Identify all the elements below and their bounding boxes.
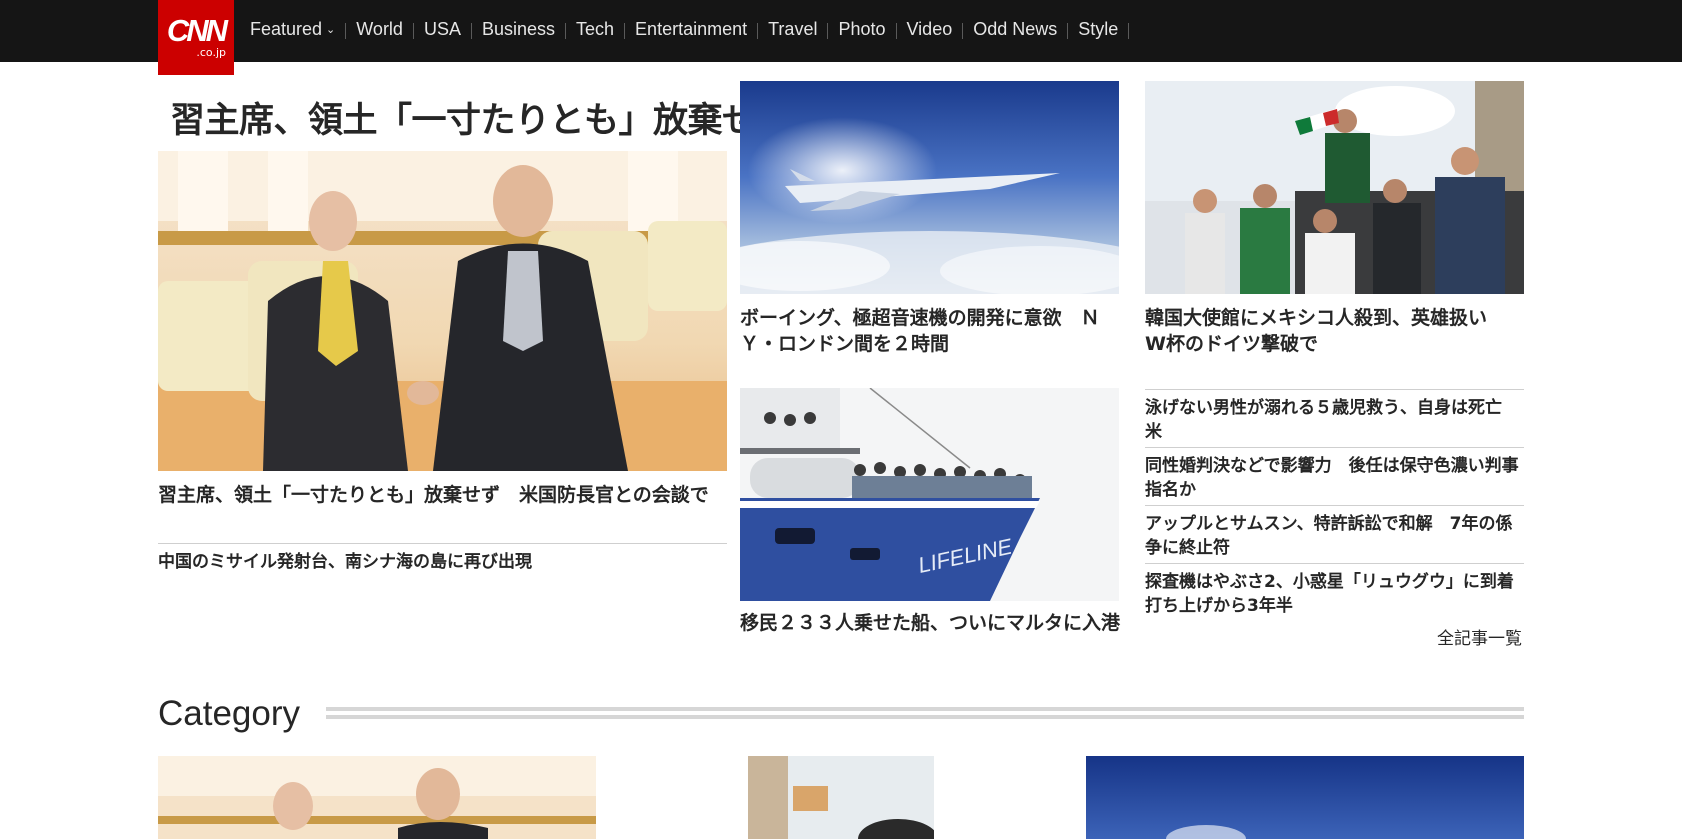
divider xyxy=(1145,389,1524,390)
cnn-logo[interactable]: CNN .co.jp xyxy=(158,0,234,75)
category-photo-1-image xyxy=(158,756,596,839)
korea-story-title[interactable]: 韓国大使館にメキシコ人殺到、英雄扱い W杯のドイツ撃破で xyxy=(1145,305,1525,357)
boeing-photo[interactable] xyxy=(740,81,1119,294)
lead-photo[interactable] xyxy=(158,151,727,471)
category-photo-3-image xyxy=(1086,756,1524,839)
logo-text: CNN xyxy=(166,13,228,48)
lead-photo-image xyxy=(158,151,727,471)
main-nav: Featured ⌄ World USA Business Tech Entert… xyxy=(240,0,1130,58)
list-item[interactable]: 探査機はやぶさ2、小惑星「リュウグウ」に到着 打ち上げから3年半 xyxy=(1145,570,1531,618)
divider xyxy=(1145,563,1524,564)
category-photo-3[interactable] xyxy=(1086,756,1524,839)
migrants-photo-image: LIFELINE xyxy=(740,388,1119,601)
category-photo-2-image xyxy=(748,756,934,839)
nav-item-travel[interactable]: Travel xyxy=(758,19,829,40)
category-photo-2[interactable] xyxy=(748,756,934,839)
list-item[interactable]: アップルとサムスン、特許訴訟で和解 7年の係争に終止符 xyxy=(1145,512,1525,560)
divider xyxy=(1145,505,1524,506)
korea-photo[interactable] xyxy=(1145,81,1524,294)
category-photo-1[interactable] xyxy=(158,756,596,839)
lead-story-title[interactable]: 習主席、領土「一寸たりとも」放棄せず 米国防長官との会談で xyxy=(158,482,728,508)
list-item[interactable]: 同性婚判決などで影響力 後任は保守色濃い判事指名か xyxy=(1145,454,1525,502)
korea-photo-image xyxy=(1145,81,1524,294)
chevron-down-icon: ⌄ xyxy=(326,23,336,36)
nav-item-photo[interactable]: Photo xyxy=(828,19,897,40)
nav-item-tech[interactable]: Tech xyxy=(566,19,626,40)
list-item[interactable]: 泳げない男性が溺れる５歳児救う、自身は死亡 米 xyxy=(1145,396,1525,444)
nav-item-business[interactable]: Business xyxy=(472,19,567,40)
nav-item-entertainment[interactable]: Entertainment xyxy=(625,19,759,40)
related-story-link[interactable]: 中国のミサイル発射台、南シナ海の島に再び出現 xyxy=(158,551,728,573)
boeing-photo-image xyxy=(740,81,1119,294)
boeing-story-title[interactable]: ボーイング、極超音速機の開発に意欲 ＮＹ・ロンドン間を２時間 xyxy=(740,305,1120,357)
nav-item-style[interactable]: Style xyxy=(1068,19,1130,40)
nav-item-video[interactable]: Video xyxy=(897,19,964,40)
category-rule xyxy=(326,707,1524,719)
divider xyxy=(158,543,727,544)
nav-item-world[interactable]: World xyxy=(346,19,414,40)
nav-item-odd-news[interactable]: Odd News xyxy=(963,19,1069,40)
migrants-photo[interactable]: LIFELINE xyxy=(740,388,1119,601)
lead-big-headline[interactable]: 習主席、領土「一寸たりとも」放棄せず xyxy=(170,92,792,143)
logo-domain: .co.jp xyxy=(196,46,226,59)
nav-item-usa[interactable]: USA xyxy=(414,19,472,40)
divider xyxy=(1145,447,1524,448)
migrants-story-title[interactable]: 移民２３３人乗せた船、ついにマルタに入港 xyxy=(740,610,1120,636)
category-heading: Category xyxy=(158,694,301,733)
nav-item-featured[interactable]: Featured ⌄ xyxy=(240,19,347,40)
all-news-link[interactable]: 全記事一覧 xyxy=(1437,624,1522,649)
